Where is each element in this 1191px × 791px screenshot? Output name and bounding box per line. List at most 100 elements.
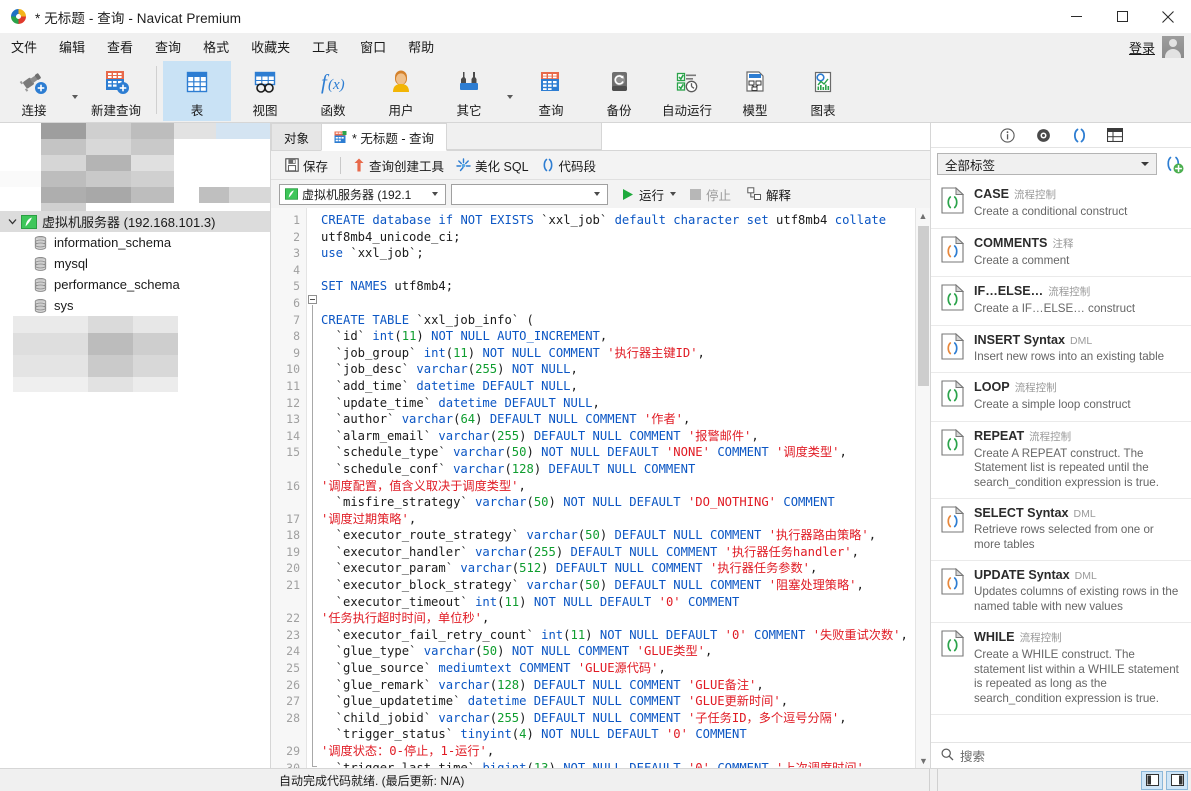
split-right-icon[interactable]: [1166, 770, 1188, 790]
snippet-body: LOOP 流程控制 Create a simple loop construct: [974, 380, 1183, 413]
snippet-item[interactable]: REPEAT 流程控制 Create A REPEAT construct. The…: [931, 422, 1191, 499]
ribbon-button-function[interactable]: f (x) 函数: [299, 61, 367, 121]
save-button[interactable]: 保存: [279, 154, 334, 177]
add-snippet-icon[interactable]: [1163, 153, 1185, 175]
code-line: `executor_fail_retry_count` int(11) NOT …: [321, 627, 908, 642]
ribbon-button-user[interactable]: 用户: [367, 61, 435, 121]
snippet-item[interactable]: INSERT Syntax DML Insert new rows into an …: [931, 326, 1191, 373]
ribbon-button-chart[interactable]: 图表: [789, 61, 857, 121]
right-status-bar: [930, 768, 1191, 791]
snippet-file-icon: [941, 505, 965, 533]
menu-edit[interactable]: 编辑: [48, 33, 96, 60]
code-line: `executor_route_strategy` varchar(50) DE…: [321, 528, 877, 543]
chevron-down-icon[interactable]: [428, 192, 442, 196]
login-link[interactable]: 登录: [1129, 38, 1155, 57]
ribbon-button-table[interactable]: 表: [163, 61, 231, 121]
tree-item-server[interactable]: 虚拟机服务器 (192.168.101.3): [0, 211, 270, 232]
snippet-search-row[interactable]: 搜索: [931, 742, 1191, 768]
ribbon-button-connection[interactable]: 连接: [0, 61, 68, 121]
snippet-body: INSERT Syntax DML Insert new rows into an …: [974, 333, 1183, 365]
tab-objects[interactable]: 对象: [271, 123, 323, 150]
svg-text:(x): (x): [328, 77, 345, 93]
menu-help[interactable]: 帮助: [397, 33, 445, 60]
menu-query[interactable]: 查询: [144, 33, 192, 60]
ribbon-button-new-query[interactable]: 新建查询: [82, 61, 150, 121]
avatar[interactable]: [1162, 36, 1184, 58]
chevron-down-icon[interactable]: [590, 192, 604, 196]
code-snippet-button[interactable]: 代码段: [535, 154, 603, 177]
snippet-item[interactable]: WHILE 流程控制 Create a WHILE construct. The s…: [931, 623, 1191, 715]
snippet-item[interactable]: COMMENTS 注释 Create a comment: [931, 229, 1191, 277]
fold-toggle-icon[interactable]: [308, 295, 317, 304]
snippet-tag-select[interactable]: 全部标签: [937, 153, 1157, 175]
beautify-sql-button[interactable]: 美化 SQL: [450, 154, 535, 177]
line-number: 6: [293, 295, 300, 310]
database-select[interactable]: [451, 183, 608, 205]
close-button[interactable]: [1145, 0, 1191, 33]
code-fold-column[interactable]: [307, 208, 319, 768]
ribbon-button-others[interactable]: 其它: [435, 61, 503, 121]
minimize-button[interactable]: [1053, 0, 1099, 33]
scrollbar-thumb[interactable]: [918, 226, 929, 386]
menu-bar: 文件 编辑 查看 查询 格式 收藏夹 工具 窗口 帮助 登录: [0, 33, 1191, 61]
snippet-item[interactable]: IF…ELSE… 流程控制 Create a IF…ELSE… construct: [931, 277, 1191, 326]
expand-chevron-icon[interactable]: [4, 217, 20, 226]
connection-select[interactable]: 虚拟机服务器 (192.1: [279, 183, 446, 205]
others-icon: [454, 66, 484, 98]
others-dropdown-caret[interactable]: [503, 61, 517, 121]
maximize-button[interactable]: [1099, 0, 1145, 33]
chevron-down-icon[interactable]: [1138, 162, 1152, 166]
menu-favorites[interactable]: 收藏夹: [240, 33, 301, 60]
snippet-item[interactable]: UPDATE Syntax DML Updates columns of exist…: [931, 561, 1191, 623]
tab-objects-label: 对象: [284, 131, 310, 146]
structure-icon[interactable]: [1104, 125, 1126, 146]
line-number: 24: [286, 644, 300, 659]
snippet-list[interactable]: CASE 流程控制 Create a conditional construct CO…: [931, 180, 1191, 742]
snippet-filter-row: 全部标签: [931, 148, 1191, 180]
scroll-down-arrow-icon[interactable]: ▼: [916, 753, 930, 768]
code-line: `alarm_email` varchar(255) DEFAULT NULL …: [321, 428, 759, 443]
menu-tools[interactable]: 工具: [301, 33, 349, 60]
menu-file[interactable]: 文件: [0, 33, 48, 60]
sql-editor[interactable]: 1 2 3 4 5 6 7 8 9 10 11 12 13 14 15 16 17 18 19 20 21 22 23…: [271, 208, 930, 768]
snippet-search-placeholder: 搜索: [960, 750, 986, 764]
menu-format[interactable]: 格式: [192, 33, 240, 60]
explain-button[interactable]: 解释: [743, 183, 795, 206]
ribbon-button-view[interactable]: 视图: [231, 61, 299, 121]
snippet-item[interactable]: CASE 流程控制 Create a conditional construct: [931, 180, 1191, 229]
ribbon-button-model[interactable]: 模型: [721, 61, 789, 121]
ribbon-button-automation[interactable]: 自动运行: [653, 61, 721, 121]
snippets-icon[interactable]: [1068, 125, 1090, 146]
ribbon-button-query[interactable]: 查询: [517, 61, 585, 121]
editor-vertical-scrollbar[interactable]: ▲ ▼: [915, 208, 930, 768]
tree-item-performance-schema[interactable]: performance_schema: [0, 274, 270, 295]
view-icon: [250, 66, 280, 98]
snippet-description: Insert new rows into an existing table: [974, 349, 1165, 363]
code-line: use `xxl_job`;: [321, 246, 424, 261]
ribbon-button-backup[interactable]: 备份: [585, 61, 653, 121]
tree-item-information-schema[interactable]: information_schema: [0, 232, 270, 253]
snippet-item[interactable]: SELECT Syntax DML Retrieve rows selected f…: [931, 499, 1191, 561]
line-number: 28: [286, 710, 300, 725]
connection-dropdown-caret[interactable]: [68, 61, 82, 121]
snippet-item[interactable]: LOOP 流程控制 Create a simple loop construct: [931, 373, 1191, 422]
tab-query[interactable]: * 无标题 - 查询: [321, 123, 447, 151]
run-label: 运行: [639, 188, 665, 203]
info-icon[interactable]: [996, 125, 1018, 146]
menu-view[interactable]: 查看: [96, 33, 144, 60]
run-dropdown-caret[interactable]: [670, 192, 677, 196]
preview-icon[interactable]: [1032, 125, 1054, 146]
tree-item-sys[interactable]: sys: [0, 295, 270, 316]
snippet-body: COMMENTS 注释 Create a comment: [974, 236, 1183, 269]
code-line: `glue_remark` varchar(128) DEFAULT NULL …: [321, 677, 764, 692]
fold-guide-line: [312, 305, 313, 767]
new-query-icon: [101, 66, 131, 98]
run-button[interactable]: 运行: [618, 183, 680, 206]
sql-code-text[interactable]: CREATE database if NOT EXISTS `xxl_job` …: [319, 208, 930, 768]
query-builder-button[interactable]: 查询创建工具: [347, 154, 450, 177]
scroll-up-arrow-icon[interactable]: ▲: [916, 208, 930, 223]
menu-window[interactable]: 窗口: [349, 33, 397, 60]
tree-item-mysql[interactable]: mysql: [0, 253, 270, 274]
split-left-icon[interactable]: [1141, 770, 1163, 790]
